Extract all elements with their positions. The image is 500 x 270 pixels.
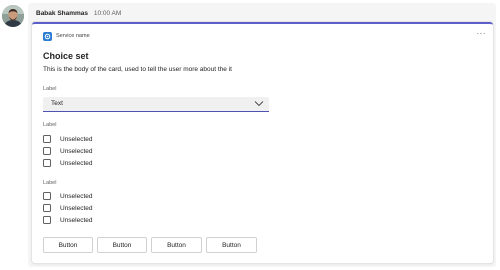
card-body-text: This is the body of the card, used to te…: [43, 66, 232, 73]
avatar[interactable]: [2, 5, 24, 27]
service-name: Service name: [56, 33, 90, 39]
checkbox-label: Unselected: [60, 192, 93, 200]
sender-name[interactable]: Babak Shammas: [36, 10, 88, 17]
checkbox[interactable]: [43, 216, 51, 224]
action-button[interactable]: Button: [97, 237, 147, 253]
dropdown-label: Label: [43, 86, 57, 92]
checkbox-option[interactable]: Unselected: [43, 146, 93, 156]
checkbox-option[interactable]: Unselected: [43, 191, 93, 201]
action-button[interactable]: Button: [43, 237, 93, 253]
choice-dropdown[interactable]: Text: [43, 97, 269, 112]
checkbox[interactable]: [43, 204, 51, 212]
message-timestamp: 10:00 AM: [93, 10, 122, 17]
adaptive-card: Service name ··· Choice set This is the …: [32, 22, 493, 263]
checkbox-option[interactable]: Unselected: [43, 134, 93, 144]
checkbox-label: Unselected: [60, 204, 93, 212]
dropdown-value: Text: [51, 100, 63, 107]
choice-set-label: Label: [43, 180, 57, 186]
choice-set-label: Label: [43, 122, 57, 128]
card-title: Choice set: [43, 51, 89, 61]
checkbox[interactable]: [43, 147, 51, 155]
checkbox-option[interactable]: Unselected: [43, 215, 93, 225]
checkbox-label: Unselected: [60, 159, 93, 167]
checkbox-option[interactable]: Unselected: [43, 158, 93, 168]
chevron-down-icon: [254, 101, 264, 107]
more-options-icon[interactable]: ···: [477, 29, 487, 39]
message: Babak Shammas 10:00 AM Service name ··· …: [28, 3, 496, 267]
checkbox[interactable]: [43, 135, 51, 143]
checkbox-option[interactable]: Unselected: [43, 203, 93, 213]
card-header: Service name: [43, 31, 90, 41]
service-app-icon: [43, 31, 52, 41]
action-button[interactable]: Button: [151, 237, 202, 253]
checkbox-label: Unselected: [60, 147, 93, 155]
checkbox-label: Unselected: [60, 135, 93, 143]
avatar-photo: [2, 5, 24, 27]
checkbox-label: Unselected: [60, 216, 93, 224]
checkbox[interactable]: [43, 159, 51, 167]
action-button[interactable]: Button: [206, 237, 257, 253]
message-header: Babak Shammas 10:00 AM: [36, 9, 121, 19]
checkbox[interactable]: [43, 192, 51, 200]
